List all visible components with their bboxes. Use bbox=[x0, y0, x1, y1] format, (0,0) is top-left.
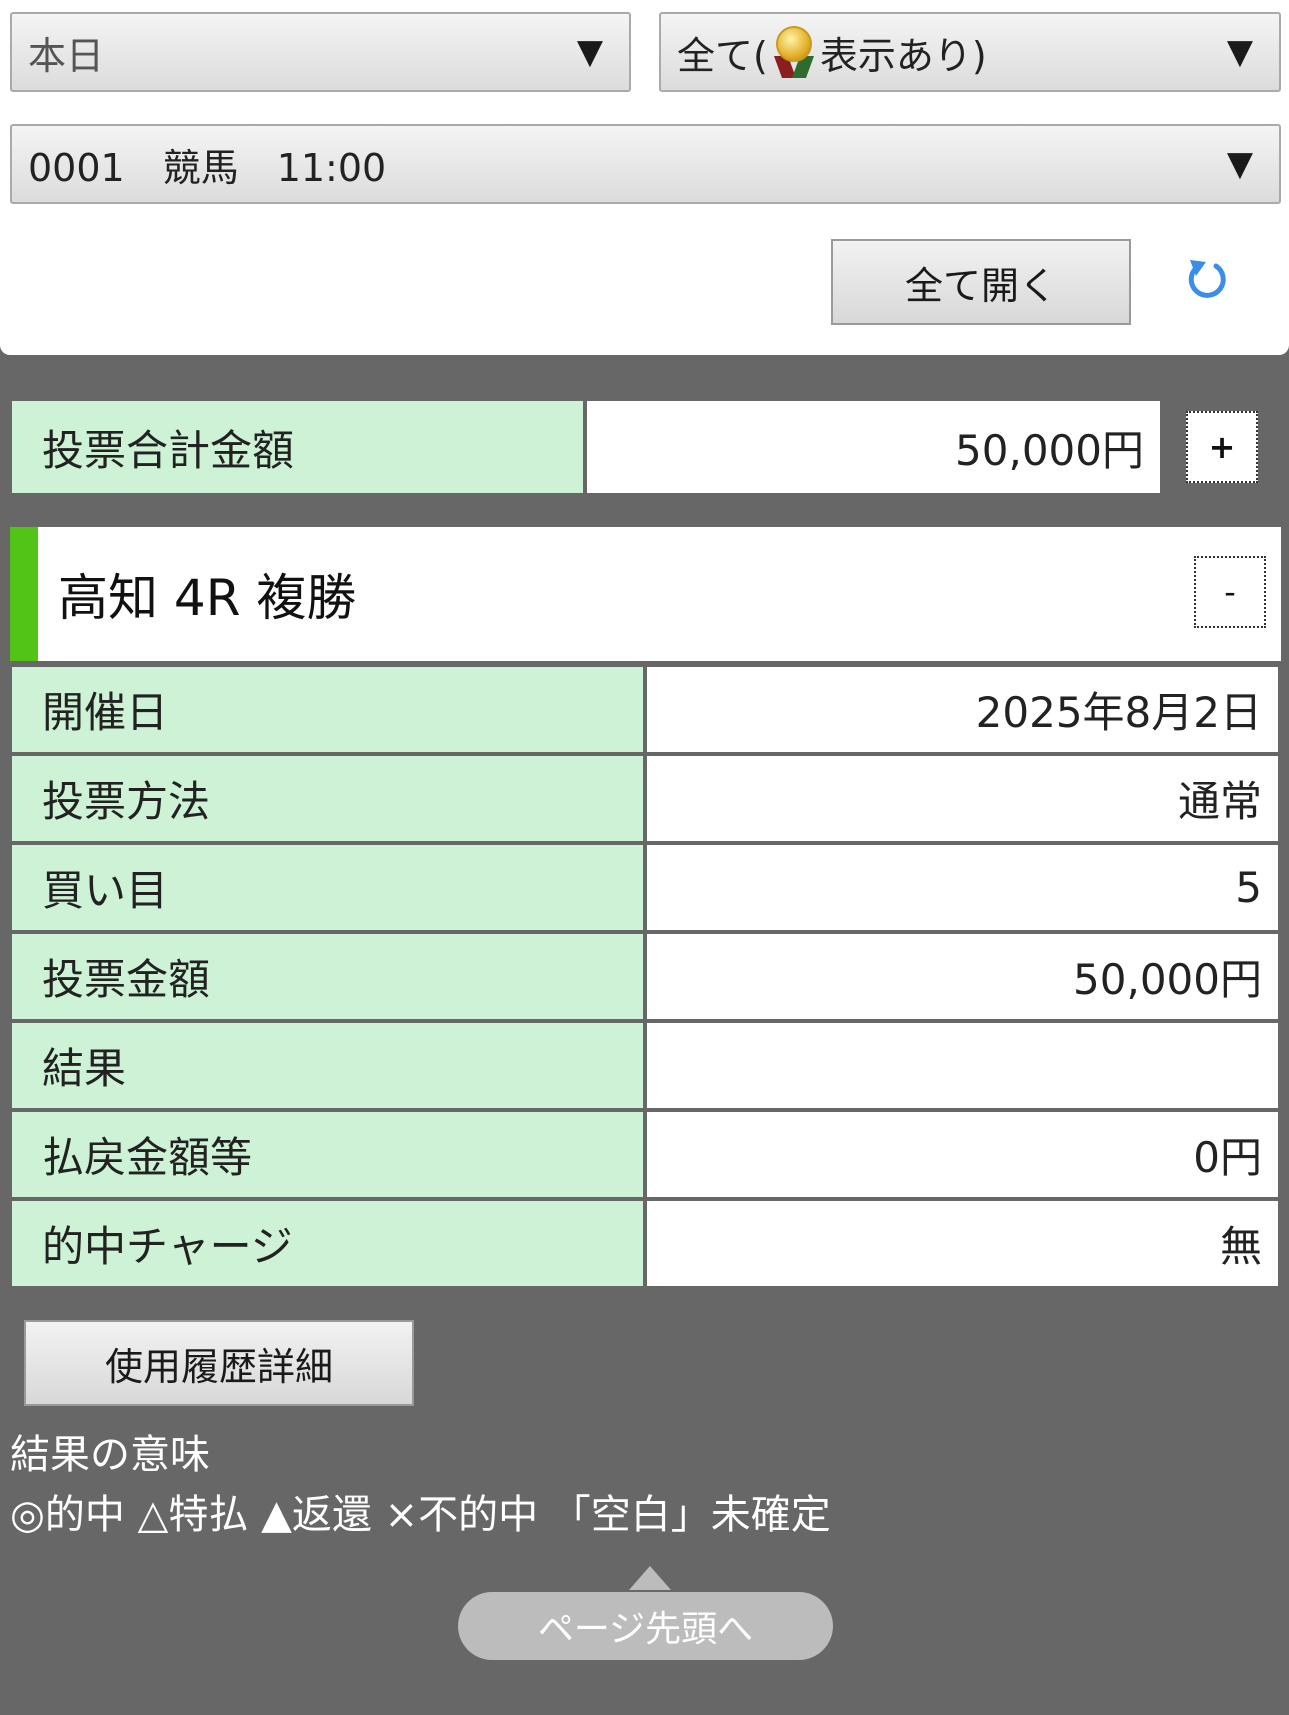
detail-row-selection: 買い目 5 bbox=[12, 845, 1278, 930]
total-amount-value: 50,000円 bbox=[587, 401, 1160, 493]
detail-row-date: 開催日 2025年8月2日 bbox=[12, 667, 1278, 752]
detail-value bbox=[647, 1023, 1278, 1108]
detail-label: 結果 bbox=[12, 1023, 643, 1108]
account-select[interactable]: 0001 競馬 11:00 ▼ bbox=[10, 124, 1281, 204]
race-title: 高知 4R 複勝 bbox=[58, 569, 357, 627]
expand-button[interactable]: + bbox=[1186, 411, 1258, 483]
detail-label: 払戻金額等 bbox=[12, 1112, 643, 1197]
detail-row-method: 投票方法 通常 bbox=[12, 756, 1278, 841]
period-select-value: 本日 bbox=[28, 33, 105, 78]
detail-label: 投票金額 bbox=[12, 934, 643, 1019]
display-filter-value: 全て( 表示あり) bbox=[661, 24, 1225, 80]
detail-value: 0円 bbox=[647, 1112, 1278, 1197]
race-header: 高知 4R 複勝 - bbox=[10, 527, 1281, 661]
period-select[interactable]: 本日 ▼ bbox=[10, 12, 631, 92]
detail-value: 2025年8月2日 bbox=[647, 667, 1278, 752]
race-accent-bar bbox=[10, 527, 38, 661]
legend-title: 結果の意味 bbox=[10, 1432, 210, 1478]
display-filter-suffix: 表示あり) bbox=[819, 33, 987, 78]
detail-row-result: 結果 bbox=[12, 1023, 1278, 1108]
detail-label: 的中チャージ bbox=[12, 1201, 643, 1286]
detail-label: 投票方法 bbox=[12, 756, 643, 841]
display-filter-prefix: 全て( bbox=[677, 33, 768, 78]
detail-value: 無 bbox=[647, 1201, 1278, 1286]
chevron-down-icon: ▼ bbox=[1226, 32, 1254, 72]
detail-row-hit-charge: 的中チャージ 無 bbox=[12, 1201, 1278, 1286]
detail-row-amount: 投票金額 50,000円 bbox=[12, 934, 1278, 1019]
collapse-button[interactable]: - bbox=[1194, 556, 1266, 628]
usage-history-button[interactable]: 使用履歴詳細 bbox=[24, 1320, 414, 1406]
legend-text: ◎的中 △特払 ▲返還 ×不的中 「空白」未確定 bbox=[10, 1492, 831, 1538]
open-all-button[interactable]: 全て開く bbox=[831, 239, 1131, 325]
detail-label: 買い目 bbox=[12, 845, 643, 930]
chevron-down-icon: ▼ bbox=[1226, 144, 1254, 184]
bet-detail-table: 開催日 2025年8月2日 投票方法 通常 買い目 5 投票金額 50,000円… bbox=[12, 667, 1278, 1290]
account-select-value: 0001 競馬 11:00 bbox=[28, 145, 387, 190]
refresh-icon[interactable] bbox=[1186, 252, 1230, 304]
detail-value: 5 bbox=[647, 845, 1278, 930]
display-filter-select[interactable]: 全て( 表示あり) ▼ bbox=[659, 12, 1281, 92]
total-amount-label: 投票合計金額 bbox=[12, 401, 583, 493]
medal-icon bbox=[770, 24, 818, 80]
page-top-button[interactable]: ページ先頭へ bbox=[458, 1592, 833, 1660]
total-amount-row: 投票合計金額 50,000円 bbox=[12, 401, 1160, 493]
detail-row-payout: 払戻金額等 0円 bbox=[12, 1112, 1278, 1197]
filter-panel: 本日 ▼ 全て( 表示あり) ▼ 0001 競馬 11:00 ▼ 全て開く bbox=[0, 0, 1289, 355]
detail-value: 50,000円 bbox=[647, 934, 1278, 1019]
detail-value: 通常 bbox=[647, 756, 1278, 841]
arrow-up-icon bbox=[629, 1566, 671, 1590]
chevron-down-icon: ▼ bbox=[576, 32, 604, 72]
detail-label: 開催日 bbox=[12, 667, 643, 752]
